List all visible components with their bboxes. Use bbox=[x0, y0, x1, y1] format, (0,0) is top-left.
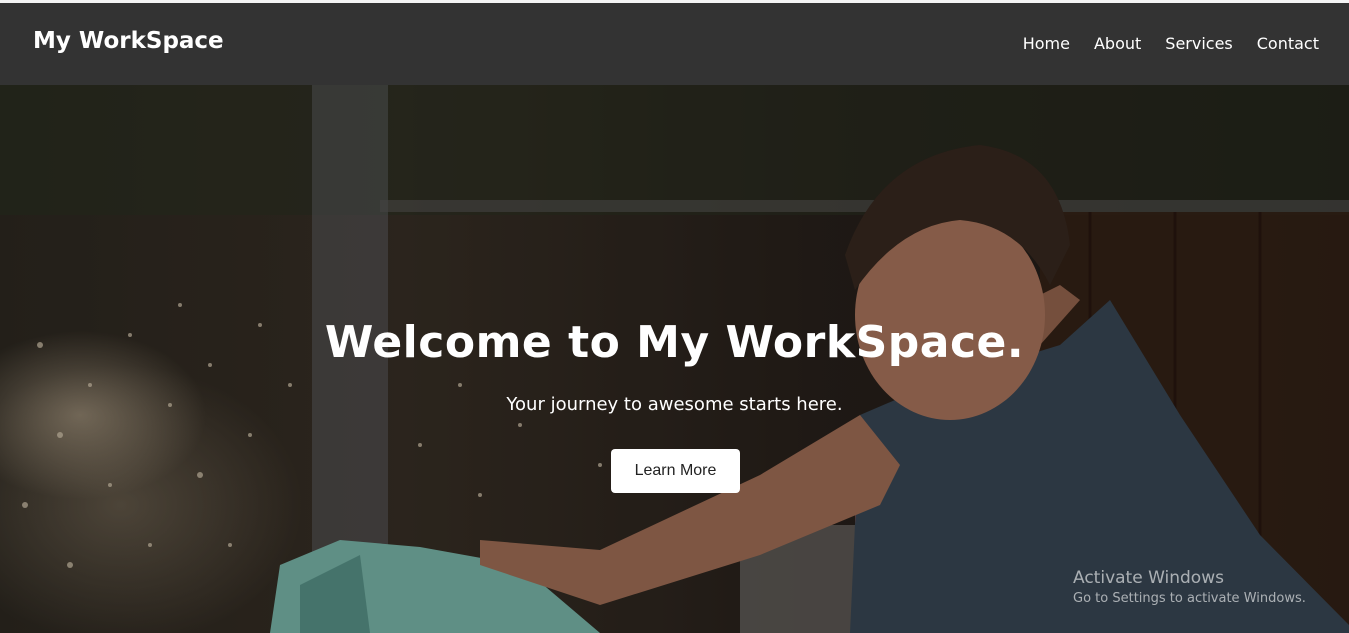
hero-title: Welcome to My WorkSpace. bbox=[324, 317, 1025, 368]
hero-content: Welcome to My WorkSpace. Your journey to… bbox=[0, 85, 1349, 633]
watermark-title: Activate Windows bbox=[1073, 568, 1224, 588]
navbar: My WorkSpace Home About Services Contact bbox=[0, 3, 1349, 85]
nav-links: Home About Services Contact bbox=[1023, 34, 1319, 53]
watermark-subtitle: Go to Settings to activate Windows. bbox=[1073, 591, 1306, 606]
nav-link-contact[interactable]: Contact bbox=[1257, 34, 1319, 53]
hero-subtitle: Your journey to awesome starts here. bbox=[506, 394, 843, 415]
hero-section: Welcome to My WorkSpace. Your journey to… bbox=[0, 85, 1349, 633]
nav-link-home[interactable]: Home bbox=[1023, 34, 1070, 53]
nav-link-services[interactable]: Services bbox=[1165, 34, 1232, 53]
page: My WorkSpace Home About Services Contact bbox=[0, 0, 1349, 633]
nav-link-about[interactable]: About bbox=[1094, 34, 1141, 53]
learn-more-button[interactable]: Learn More bbox=[611, 449, 740, 493]
brand-logo-link[interactable]: My WorkSpace bbox=[33, 28, 224, 54]
activate-windows-watermark: Activate Windows Go to Settings to activ… bbox=[1073, 568, 1306, 606]
